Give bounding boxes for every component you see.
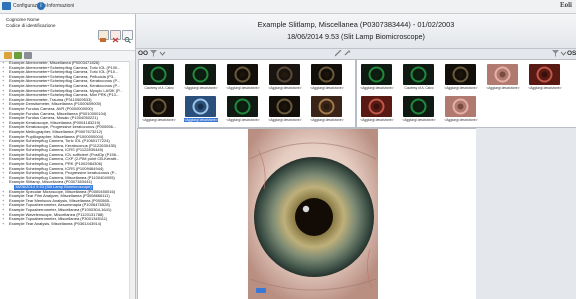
thumbnail-caption[interactable]: <Aggiungi descrizione> (310, 86, 344, 90)
exam-thumbnail[interactable] (361, 96, 392, 117)
patient-panel: Cognome Nome Codice di identificazione +… (0, 14, 136, 299)
thumbnail-caption[interactable]: <Aggiungi descrizione> (184, 86, 218, 90)
app-logo (2, 2, 11, 10)
exam-thumbnail[interactable] (143, 96, 174, 117)
title-bar: Configurazione i Informazioni Eoli (0, 0, 576, 14)
exam-thumbnail[interactable] (311, 96, 342, 117)
exam-title: Example Slitlamp, Miscellanea (P03073834… (257, 20, 455, 29)
delete-patient-button[interactable] (110, 30, 121, 43)
right-eye-toolbar: OS (356, 49, 576, 58)
exam-thumbnail[interactable] (361, 64, 392, 85)
patient-code-label[interactable]: Codice di identificazione (6, 23, 56, 28)
new-patient-button[interactable] (98, 30, 109, 42)
image-marker[interactable] (256, 288, 266, 293)
thumbnail-caption[interactable]: <Aggiungi descrizione> (310, 118, 344, 122)
thumbnail-caption[interactable]: <Aggiungi descrizione> (226, 86, 260, 90)
thumbnail-caption[interactable]: <Aggiungi descrizione> (402, 118, 436, 122)
thumbnail-caption[interactable]: <Aggiungi descrizione> (486, 86, 520, 90)
exam-thumbnail[interactable] (227, 96, 258, 117)
exam-thumbnail[interactable] (185, 96, 216, 117)
exam-thumbnail[interactable] (403, 96, 434, 117)
patient-name-label[interactable]: Cognome Nome (6, 17, 39, 22)
exam-subtitle: 18/06/2014 9.53 (Slit Lamp Biomicroscope… (287, 32, 425, 41)
exam-thumbnail[interactable] (445, 96, 476, 117)
exam-thumbnail[interactable] (269, 64, 300, 85)
thumbnail-caption[interactable]: Courtesy of A. Calvo (402, 86, 436, 90)
thumbnail-caption[interactable]: <Aggiungi descrizione> (226, 118, 260, 122)
thumbnail-caption[interactable]: Courtesy of A. Calvo (142, 86, 176, 90)
exam-thumbnail[interactable] (529, 64, 560, 85)
exam-thumbnail[interactable] (227, 64, 258, 85)
expand-toggle-icon[interactable]: + (2, 221, 4, 227)
right-eye-thumbnails: <Aggiungi descrizione> Courtesy of A. Cal… (356, 59, 576, 128)
thumbnail-caption[interactable]: <Aggiungi descrizione> (268, 118, 302, 122)
exam-thumbnail[interactable] (487, 64, 518, 85)
left-eye-label: OO (138, 50, 149, 57)
tree-patient-item[interactable]: + Example Tear Analysis, Miscellanea (P03… (0, 220, 135, 227)
add-exam-icon[interactable] (14, 52, 22, 59)
exam-thumbnail[interactable] (185, 64, 216, 85)
image-viewer[interactable] (137, 128, 477, 299)
chevron-down-icon[interactable] (159, 50, 166, 57)
exam-thumbnail[interactable] (311, 64, 342, 85)
thumbnail-caption[interactable]: <Aggiungi descrizione> (268, 86, 302, 90)
chevron-down-icon[interactable] (560, 50, 567, 57)
menu-information[interactable]: Informazioni (47, 2, 74, 10)
right-eye-label: OS (567, 50, 576, 57)
tree-item-label: Example Tear Analysis, Miscellanea (P036… (9, 220, 102, 226)
exam-thumbnail[interactable] (143, 64, 174, 85)
exam-thumbnail[interactable] (269, 96, 300, 117)
thumbnail-caption[interactable]: <Aggiungi descrizione> (360, 86, 394, 90)
folder-icon[interactable] (4, 52, 12, 59)
thumbnail-caption[interactable]: <Aggiungi descrizione> (444, 118, 478, 122)
eye-image (248, 129, 378, 299)
brand-logo: Eoli (559, 1, 572, 9)
tree-vertical-scrollbar[interactable] (129, 61, 135, 299)
exam-thumbnail[interactable] (403, 64, 434, 85)
exam-header: Example Slitlamp, Miscellanea (P03073834… (136, 14, 576, 49)
filter-icon[interactable] (552, 50, 559, 57)
thumbnail-caption[interactable]: <Aggiungi descrizione> (184, 118, 218, 122)
search-icon (124, 37, 131, 44)
patient-add-icon (100, 38, 106, 42)
app-window: Configurazione i Informazioni Eoli Cogno… (0, 0, 576, 299)
search-patient-button[interactable] (122, 30, 133, 44)
measure-icon[interactable] (335, 50, 342, 57)
patient-tree: + Example Aberrometer, Miscellanea (P0003… (0, 61, 135, 299)
filter-icon[interactable] (150, 50, 157, 57)
patient-delete-icon (112, 37, 119, 43)
thumbnail-caption[interactable]: <Aggiungi descrizione> (142, 118, 176, 122)
exam-thumbnail[interactable] (445, 64, 476, 85)
empty-panel (476, 128, 576, 299)
left-eye-thumbnails: Courtesy of A. Calvo <Aggiungi descrizion… (138, 59, 356, 128)
thumbnail-caption[interactable]: <Aggiungi descrizione> (444, 86, 478, 90)
thumbnail-caption[interactable]: <Aggiungi descrizione> (360, 118, 394, 122)
tools-icon[interactable] (344, 50, 351, 57)
print-icon[interactable] (24, 52, 32, 59)
thumbnail-caption[interactable]: <Aggiungi descrizione> (528, 86, 562, 90)
info-icon[interactable]: i (37, 2, 45, 10)
